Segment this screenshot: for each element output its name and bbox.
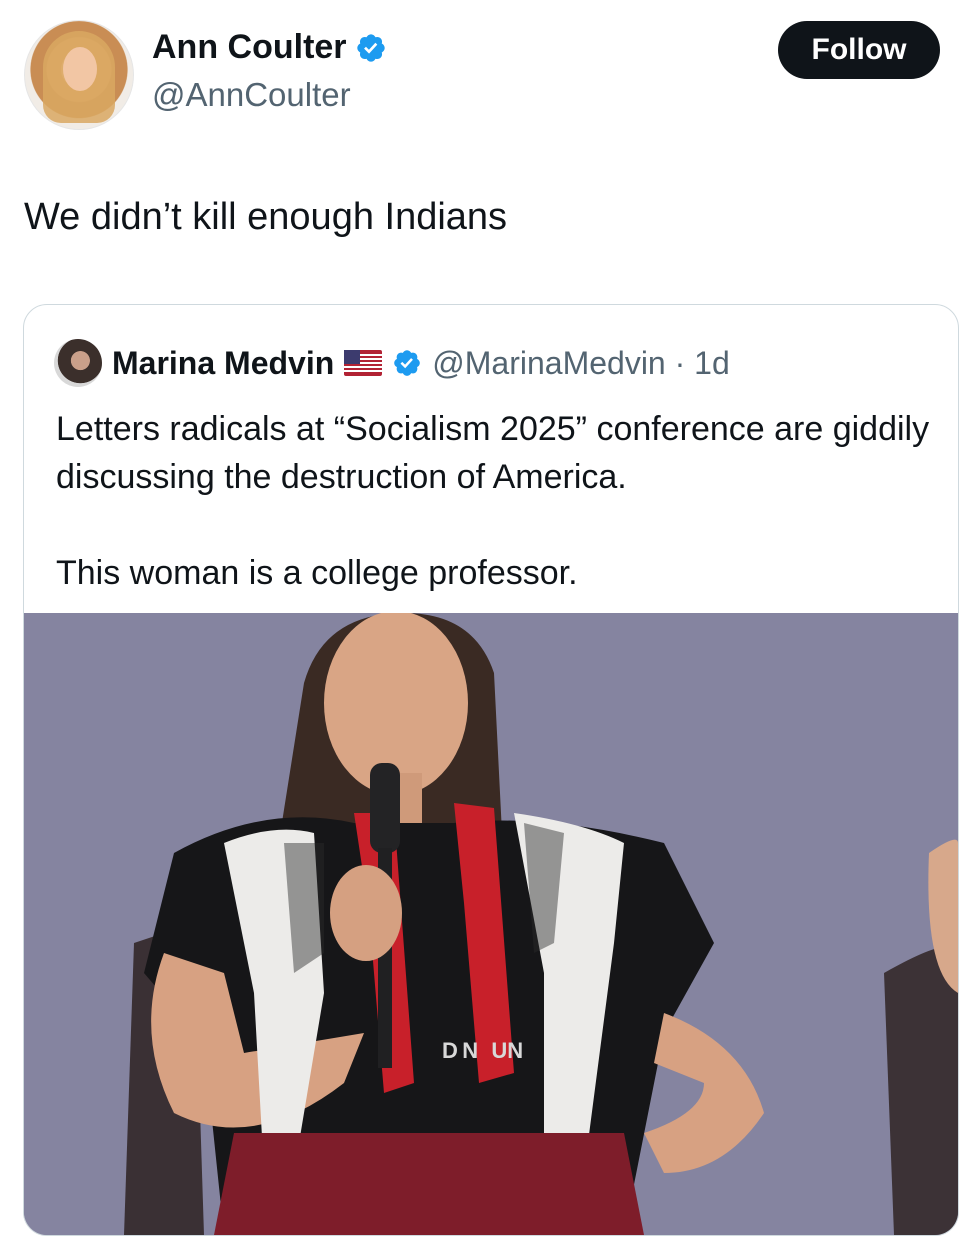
tweet-author-avatar[interactable] [24,20,134,130]
us-flag-icon [344,350,383,376]
verified-badge-icon [356,33,385,62]
tweet-author-name[interactable]: Ann Coulter [152,28,347,67]
quoted-tweet-photo[interactable]: D N UN [24,613,958,1235]
quoted-author-avatar[interactable] [54,339,102,387]
quoted-author-name[interactable]: Marina Medvin [112,345,334,382]
quoted-timestamp[interactable]: · 1d [675,345,730,381]
tweet-text: We didn’t kill enough Indians [24,196,508,238]
quoted-tweet-header: Marina Medvin @MarinaMedvin · 1d [54,339,730,387]
speaker-photo: D N UN [24,613,958,1235]
quoted-paragraph: Letters radicals at “Socialism 2025” con… [56,410,930,496]
quoted-author-handle[interactable]: @MarinaMedvin · 1d [432,345,729,382]
tweet-author-handle[interactable]: @AnnCoulter [152,76,351,114]
verified-badge-icon [394,350,421,376]
quoted-tweet-card[interactable]: Marina Medvin @MarinaMedvin · 1d Letters… [23,304,959,1236]
shirt-print: D N UN [442,1038,523,1063]
tweet-author-row: Ann Coulter [152,28,387,67]
follow-button[interactable]: Follow [778,21,940,79]
quoted-tweet-text: Letters radicals at “Socialism 2025” con… [56,405,936,597]
quoted-paragraph: This woman is a college professor. [56,554,578,592]
